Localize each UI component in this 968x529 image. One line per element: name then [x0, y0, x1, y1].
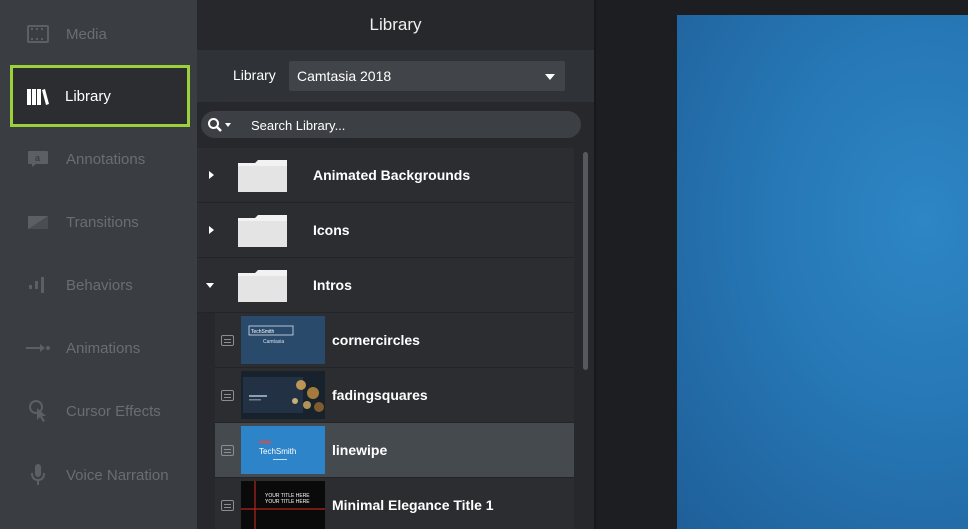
library-asset[interactable]: TechSmith Camtasia cornercircles — [215, 313, 574, 368]
library-dropdown[interactable]: Camtasia 2018 — [289, 61, 565, 91]
asset-name: fadingsquares — [332, 387, 428, 403]
folder-row[interactable]: Icons — [197, 203, 574, 258]
asset-type-icon — [221, 500, 234, 511]
asset-thumbnail: TechSmith Camtasia — [241, 316, 325, 364]
asset-name: linewipe — [332, 442, 388, 458]
animation-arrow-icon — [24, 334, 52, 362]
search-icon[interactable] — [207, 117, 223, 133]
asset-thumbnail: TechSmith — [241, 426, 325, 474]
asset-type-icon — [221, 445, 234, 456]
books-icon — [24, 82, 52, 110]
library-tree: Animated Backgrounds Icons Intros TechSm… — [197, 148, 574, 529]
library-panel: Library Library Camtasia 2018 Animated B… — [197, 0, 594, 529]
sidebar-item-cursor-effects[interactable]: Cursor Effects — [0, 380, 197, 442]
preview-canvas[interactable] — [677, 15, 968, 529]
sidebar-item-media[interactable]: Media — [0, 3, 197, 65]
library-selector-row: Library Camtasia 2018 — [197, 50, 594, 102]
annotation-icon: a — [24, 145, 52, 173]
microphone-icon — [24, 461, 52, 489]
chevron-down-icon — [545, 74, 555, 80]
folder-name: Intros — [313, 277, 352, 293]
sidebar-item-annotations[interactable]: a Annotations — [0, 128, 197, 190]
sidebar-item-label: Library — [65, 87, 111, 105]
search-bar[interactable] — [201, 111, 581, 138]
asset-type-icon — [221, 335, 234, 346]
thumbnail-text: TechSmith — [259, 447, 296, 456]
sidebar-item-label: Media — [66, 25, 107, 43]
asset-thumbnail: YOUR TITLE HERE YOUR TITLE HERE — [241, 481, 325, 529]
library-asset[interactable]: fadingsquares — [215, 368, 574, 423]
sidebar-item-label: Behaviors — [66, 276, 133, 294]
folder-icon — [238, 270, 287, 302]
expand-arrow-icon[interactable] — [209, 171, 214, 179]
transition-icon — [24, 208, 52, 236]
asset-name: cornercircles — [332, 332, 420, 348]
search-input[interactable] — [251, 115, 551, 135]
folder-icon — [238, 160, 287, 192]
search-options-caret-icon[interactable] — [225, 123, 231, 127]
library-dropdown-value: Camtasia 2018 — [297, 68, 392, 84]
sidebar-item-label: Voice Narration — [66, 466, 169, 484]
behaviors-icon — [24, 271, 52, 299]
folder-row[interactable]: Animated Backgrounds — [197, 148, 574, 203]
sidebar-item-animations[interactable]: Animations — [0, 317, 197, 379]
sidebar-item-transitions[interactable]: Transitions — [0, 191, 197, 253]
thumbnail-text: TechSmith — [251, 329, 275, 335]
sidebar-item-label: Transitions — [66, 213, 139, 231]
folder-row[interactable]: Intros — [197, 258, 574, 313]
asset-thumbnail — [241, 371, 325, 419]
sidebar-item-voice-narration[interactable]: Voice Narration — [0, 444, 197, 506]
thumbnail-text: YOUR TITLE HERE — [265, 499, 310, 505]
sidebar-item-behaviors[interactable]: Behaviors — [0, 254, 197, 316]
tools-sidebar: Media Library a Annotations Transitions … — [0, 0, 197, 529]
expand-arrow-icon[interactable] — [209, 226, 214, 234]
asset-name: Minimal Elegance Title 1 — [332, 497, 494, 513]
sidebar-item-label: Annotations — [66, 150, 146, 168]
library-selector-label: Library — [233, 67, 276, 83]
sidebar-item-label: Animations — [66, 339, 141, 357]
sidebar-item-library[interactable]: Library — [10, 65, 190, 127]
folder-icon — [238, 215, 287, 247]
panel-title: Library — [369, 15, 422, 34]
library-asset-selected[interactable]: TechSmith linewipe — [215, 423, 574, 478]
folder-name: Icons — [313, 222, 350, 238]
collapse-arrow-icon[interactable] — [206, 283, 214, 288]
film-icon — [24, 20, 52, 48]
folder-name: Animated Backgrounds — [313, 167, 471, 183]
tree-scrollbar[interactable] — [583, 152, 588, 370]
library-asset[interactable]: YOUR TITLE HERE YOUR TITLE HERE Minimal … — [215, 478, 574, 529]
thumbnail-text: Camtasia — [263, 339, 284, 345]
preview-area — [596, 0, 968, 529]
sidebar-item-label: Cursor Effects — [66, 402, 161, 420]
asset-type-icon — [221, 390, 234, 401]
cursor-icon — [24, 397, 52, 425]
